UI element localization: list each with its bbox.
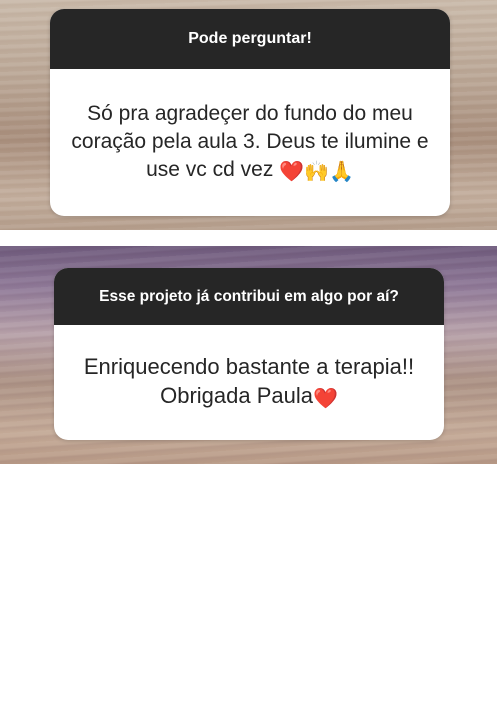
praying-hands-icon: 🙏: [328, 160, 354, 183]
question-sticker: Esse projeto já contribui em algo por aí…: [54, 268, 444, 440]
raising-hands-icon: 🙌: [304, 160, 329, 183]
question-header: Pode perguntar!: [50, 9, 450, 69]
question-header: Esse projeto já contribui em algo por aí…: [54, 268, 444, 325]
heart-icon: ❤️: [279, 160, 305, 183]
story-screenshot-1: Pode perguntar! Só pra agradeçer do fund…: [0, 0, 497, 230]
answer-text-container: Só pra agradeçer do fundo do meu coração…: [50, 69, 450, 216]
heart-icon: ❤️: [312, 387, 338, 410]
story-screenshot-2: Esse projeto já contribui em algo por aí…: [0, 246, 497, 464]
answer-text-container: Enriquecendo bastante a terapia!! Obriga…: [54, 325, 444, 440]
question-sticker: Pode perguntar! Só pra agradeçer do fund…: [50, 9, 450, 216]
divider: [0, 230, 497, 246]
answer-text: Só pra agradeçer do fundo do meu coração…: [71, 101, 429, 181]
answer-text: Enriquecendo bastante a terapia!! Obriga…: [83, 353, 415, 408]
